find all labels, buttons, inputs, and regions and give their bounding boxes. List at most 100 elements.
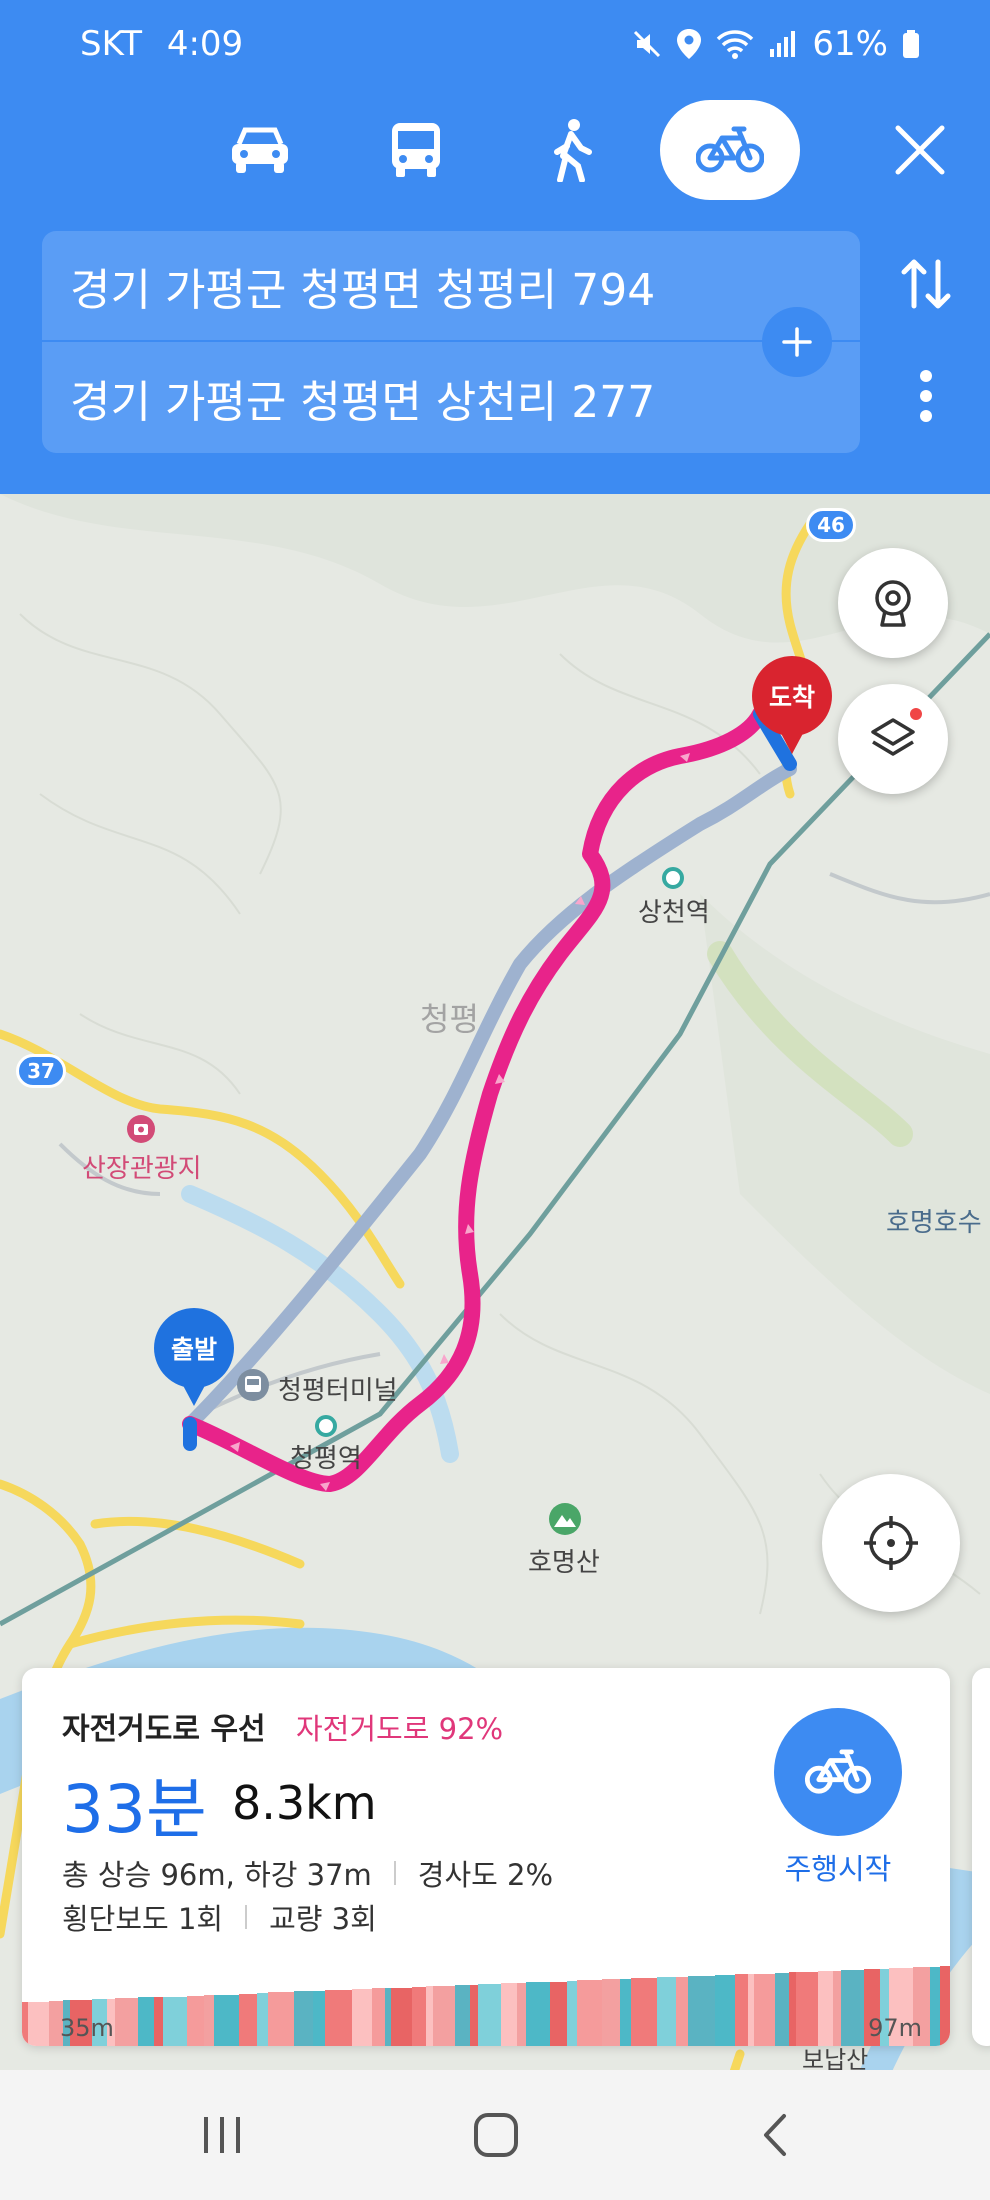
- back-button[interactable]: [714, 2090, 834, 2180]
- elevation-segment: [940, 1966, 950, 2046]
- elevation-segment: [426, 1986, 434, 2046]
- label-sangcheon-station[interactable]: 상천역: [638, 892, 710, 929]
- route-input-box: 경기 가평군 청평면 청평리 794 경기 가평군 청평면 상천리 277: [42, 231, 860, 453]
- elevation-summary: 총 상승 96m, 하강 37m: [62, 1858, 372, 1892]
- elevation-segment: [204, 1995, 215, 2046]
- elevation-segment: [478, 1984, 502, 2046]
- home-button[interactable]: [436, 2090, 556, 2180]
- label-homyeong-mountain[interactable]: 호명산: [528, 1542, 600, 1579]
- mode-walk-tab[interactable]: [502, 100, 642, 200]
- next-route-card-peek[interactable]: [972, 1668, 990, 2046]
- elevation-segment: [676, 1977, 689, 2046]
- divider: [245, 1905, 248, 1929]
- bus-terminal-icon[interactable]: [236, 1368, 270, 1402]
- recent-apps-button[interactable]: [162, 2090, 282, 2180]
- plus-icon: [782, 327, 812, 357]
- home-icon: [474, 2113, 518, 2157]
- current-location-button[interactable]: [822, 1474, 960, 1612]
- location-icon: [677, 29, 702, 59]
- elevation-segment: [294, 1991, 314, 2046]
- elevation-segment: [352, 1989, 373, 2046]
- elevation-segment: [517, 1983, 527, 2046]
- route-summary-card[interactable]: 자전거도로 우선 자전거도로 92% 33분 8.3km 총 상승 96m, 하…: [22, 1668, 950, 2046]
- route-distance: 8.3km: [232, 1776, 377, 1830]
- walk-icon: [554, 119, 592, 182]
- swap-route-button[interactable]: [890, 248, 962, 320]
- street-view-icon: [875, 580, 911, 627]
- street-view-button[interactable]: [838, 548, 948, 658]
- wifi-icon: [717, 30, 754, 59]
- elevation-segment: [115, 1998, 139, 2046]
- system-nav-bar: [0, 2070, 990, 2200]
- mode-bus-tab[interactable]: [346, 100, 486, 200]
- crosswalk-count: 횡단보도 1회: [62, 1902, 224, 1936]
- status-icons: 61%: [632, 24, 920, 64]
- elevation-segment: [433, 1986, 456, 2046]
- start-riding-button[interactable]: [774, 1708, 902, 1836]
- elevation-segment: [22, 2002, 29, 2046]
- more-vert-icon: [920, 370, 932, 422]
- elevation-segment: [715, 1975, 736, 2046]
- bicycle-icon: [805, 1749, 871, 1794]
- status-left: SKT 4:09: [80, 24, 243, 64]
- bike-road-ratio: 자전거도로 92%: [296, 1712, 504, 1746]
- route-header: SKT 4:09 61% 경기 가평군 청평면 청평리 794 경기 가평군 청…: [0, 0, 990, 494]
- label-sanjang-resort[interactable]: 산장관광지: [82, 1148, 202, 1185]
- elevation-segment: [325, 1990, 353, 2046]
- elevation-segment: [754, 1974, 776, 2046]
- start-riding-label[interactable]: 주행시작: [734, 1846, 942, 1888]
- elevation-segment: [567, 1981, 578, 2046]
- elevation-segment: [550, 1982, 568, 2046]
- elevation-segment: [818, 1971, 834, 2046]
- add-waypoint-button[interactable]: [762, 307, 832, 377]
- elevation-segment: [501, 1983, 518, 2046]
- map-layers-button[interactable]: [838, 684, 948, 794]
- elevation-profile: [22, 1966, 950, 2046]
- elevation-segment: [735, 1974, 749, 2046]
- elevation-segment: [163, 1997, 188, 2046]
- elevation-segment: [28, 2002, 50, 2046]
- camera-icon[interactable]: [126, 1114, 156, 1144]
- origin-input[interactable]: 경기 가평군 청평면 청평리 794: [42, 231, 860, 342]
- crossing-info-line: 횡단보도 1회 교량 3회: [62, 1896, 377, 1938]
- label-cheongpyeong-station[interactable]: 청평역: [290, 1438, 362, 1475]
- mode-car-tab[interactable]: [190, 100, 330, 200]
- elevation-segment: [930, 1967, 941, 2046]
- elevation-segment: [841, 1970, 865, 2046]
- elevation-segment: [412, 1987, 427, 2046]
- elevation-max-label: 97m: [868, 2014, 922, 2042]
- elevation-segment: [602, 1979, 621, 2046]
- elevation-segment: [138, 1997, 155, 2046]
- bus-icon: [392, 123, 440, 177]
- elevation-segment: [789, 1972, 797, 2046]
- elevation-segment: [154, 1997, 164, 2046]
- more-options-button[interactable]: [890, 360, 962, 432]
- layers-notification-dot: [910, 708, 922, 720]
- recent-apps-icon: [204, 2117, 240, 2153]
- mountain-icon[interactable]: [548, 1502, 582, 1536]
- elevation-segment: [455, 1985, 471, 2046]
- destination-input[interactable]: 경기 가평군 청평면 상천리 277: [42, 342, 860, 453]
- car-icon: [232, 127, 288, 173]
- route-duration: 33분: [62, 1771, 207, 1848]
- start-pin[interactable]: 출발: [154, 1308, 234, 1406]
- close-button[interactable]: [880, 110, 960, 190]
- end-pin-tip: [776, 724, 808, 754]
- elevation-segment: [833, 1971, 842, 2046]
- elevation-segment: [313, 1991, 326, 2046]
- layers-icon: [871, 718, 915, 756]
- label-cheongpyeong-area: 청평: [420, 1000, 479, 1038]
- bridge-count: 교량 3회: [269, 1902, 377, 1936]
- crosshair-icon: [864, 1516, 918, 1570]
- label-cheongpyeong-terminal[interactable]: 청평터미널: [278, 1370, 398, 1407]
- elevation-segment: [391, 1988, 413, 2046]
- elevation-segment: [187, 1996, 205, 2046]
- end-pin[interactable]: 도착: [752, 656, 832, 754]
- mode-bike-tab[interactable]: [660, 100, 800, 200]
- mute-icon: [634, 30, 661, 58]
- swap-icon: [901, 259, 951, 309]
- label-homyeong-lake[interactable]: 호명호수: [886, 1202, 982, 1239]
- transport-mode-tabs: [0, 100, 990, 200]
- elevation-segment: [385, 1988, 392, 2046]
- battery-percent: 61%: [812, 24, 888, 64]
